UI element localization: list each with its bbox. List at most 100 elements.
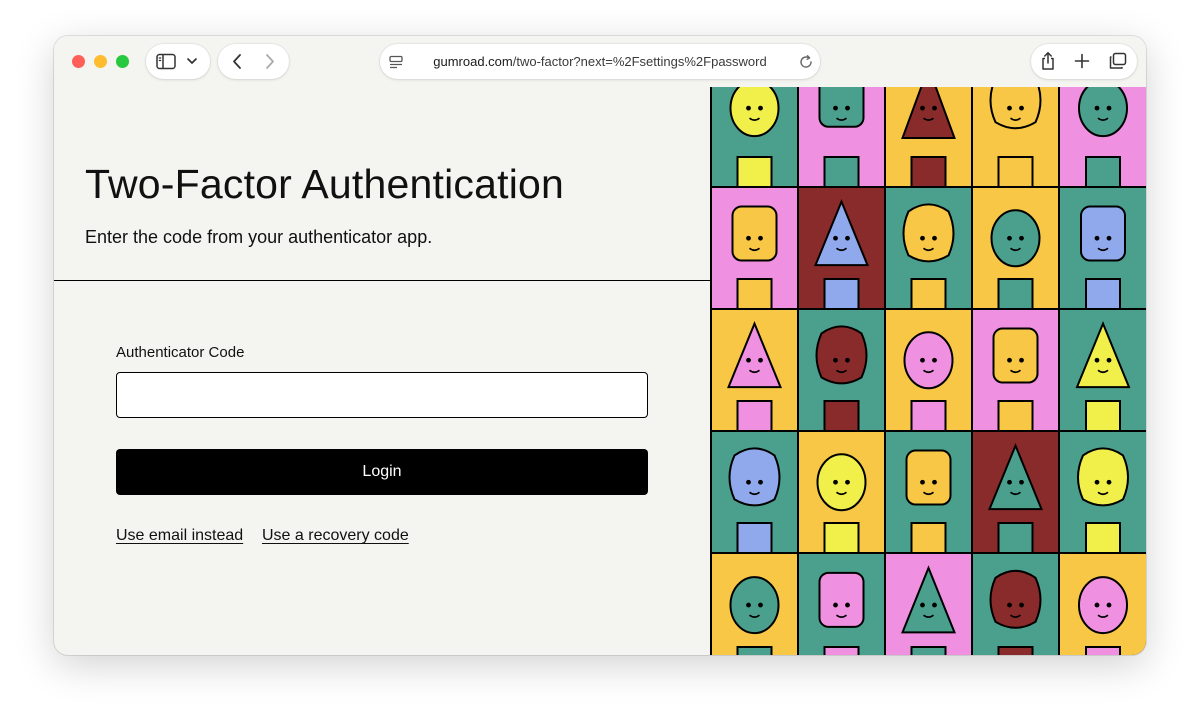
character-tile <box>797 552 886 655</box>
character-eye <box>1106 105 1112 111</box>
character-head <box>905 449 952 506</box>
page-title: Two-Factor Authentication <box>85 161 565 207</box>
character-body <box>736 646 773 655</box>
character-tile <box>1058 87 1146 190</box>
character-eye <box>845 235 850 241</box>
character-illustration <box>710 87 1146 655</box>
character-tile <box>711 87 799 190</box>
character-eye <box>758 235 763 241</box>
authenticator-code-input[interactable] <box>116 372 648 418</box>
sidebar-icon[interactable] <box>156 53 176 70</box>
character-head <box>729 576 780 635</box>
use-email-link[interactable]: Use email instead <box>116 527 243 545</box>
character-body <box>736 156 773 190</box>
share-icon[interactable] <box>1039 51 1057 71</box>
character-tile <box>971 552 1060 655</box>
code-field-label: Authenticator Code <box>116 344 245 361</box>
character-tile <box>1058 430 1146 556</box>
character-tile <box>971 430 1060 556</box>
character-head <box>1078 576 1128 635</box>
character-head <box>903 331 954 390</box>
character-tile <box>711 186 799 312</box>
character-tile <box>971 308 1060 434</box>
character-body <box>997 278 1034 312</box>
character-eye <box>920 235 925 241</box>
character-eye <box>920 357 925 363</box>
character-tile <box>884 552 973 655</box>
character-body <box>910 156 947 190</box>
character-tile <box>797 87 886 190</box>
character-tile <box>884 186 973 312</box>
navigation-group <box>218 44 289 79</box>
character-eye <box>932 105 937 111</box>
sidebar-toggle-group <box>146 44 210 79</box>
character-tile <box>711 552 799 655</box>
character-body <box>997 522 1034 556</box>
character-tile <box>1058 308 1146 434</box>
character-head <box>731 205 778 262</box>
character-eye <box>845 479 850 485</box>
character-eye <box>932 479 937 485</box>
character-head <box>816 453 867 512</box>
character-eye <box>758 602 763 608</box>
close-window-button[interactable] <box>72 55 85 68</box>
character-tile <box>971 186 1060 312</box>
character-eye <box>1094 479 1100 485</box>
character-tile <box>797 186 886 312</box>
character-eye <box>746 235 751 241</box>
character-head <box>1077 447 1129 507</box>
character-body <box>823 400 860 434</box>
character-eye <box>1019 105 1024 111</box>
character-tile <box>797 308 886 434</box>
zoom-window-button[interactable] <box>116 55 129 68</box>
character-tile <box>1058 552 1146 655</box>
character-eye <box>1094 602 1100 608</box>
login-button[interactable]: Login <box>116 449 648 495</box>
plus-icon[interactable] <box>1074 53 1090 69</box>
character-body <box>1085 278 1121 312</box>
character-eye <box>1019 602 1024 608</box>
reload-icon[interactable] <box>798 54 814 70</box>
character-tile <box>884 430 973 556</box>
page-settings-icon[interactable] <box>388 54 404 70</box>
character-eye <box>1094 357 1100 363</box>
use-recovery-code-link[interactable]: Use a recovery code <box>262 527 409 545</box>
url-text[interactable]: gumroad.com/two-factor?next=%2Fsettings%… <box>430 54 770 69</box>
character-eye <box>833 105 838 111</box>
address-bar[interactable]: gumroad.com/two-factor?next=%2Fsettings%… <box>380 44 820 79</box>
character-head <box>989 87 1042 130</box>
minimize-window-button[interactable] <box>94 55 107 68</box>
tab-overview-icon[interactable] <box>1108 52 1128 70</box>
character-eye <box>845 105 850 111</box>
character-body <box>910 522 947 556</box>
character-body <box>1085 646 1121 655</box>
chevron-down-icon[interactable] <box>186 57 198 66</box>
page-subtitle: Enter the code from your authenticator a… <box>85 227 433 247</box>
character-body <box>823 278 860 312</box>
character-body <box>997 646 1034 655</box>
character-eye <box>1106 235 1112 241</box>
back-icon[interactable] <box>230 53 244 70</box>
character-tile <box>884 87 973 190</box>
character-head <box>728 447 781 507</box>
character-tile <box>1058 186 1146 312</box>
character-eye <box>758 479 763 485</box>
character-eye <box>1094 105 1100 111</box>
character-body <box>1085 156 1121 190</box>
character-eye <box>758 357 763 363</box>
character-eye <box>746 479 751 485</box>
character-eye <box>833 357 838 363</box>
character-head <box>818 571 865 628</box>
forward-icon[interactable] <box>263 53 277 70</box>
character-body <box>736 278 773 312</box>
character-head <box>989 569 1042 629</box>
character-body <box>823 522 860 556</box>
header-divider <box>54 280 710 281</box>
character-body <box>997 400 1034 434</box>
character-eye <box>1019 235 1024 241</box>
url-path: /two-factor?next=%2Fsettings%2Fpassword <box>512 54 767 69</box>
character-eye <box>1007 479 1012 485</box>
character-eye <box>1106 602 1112 608</box>
character-tile <box>797 430 886 556</box>
character-tile <box>711 308 799 434</box>
